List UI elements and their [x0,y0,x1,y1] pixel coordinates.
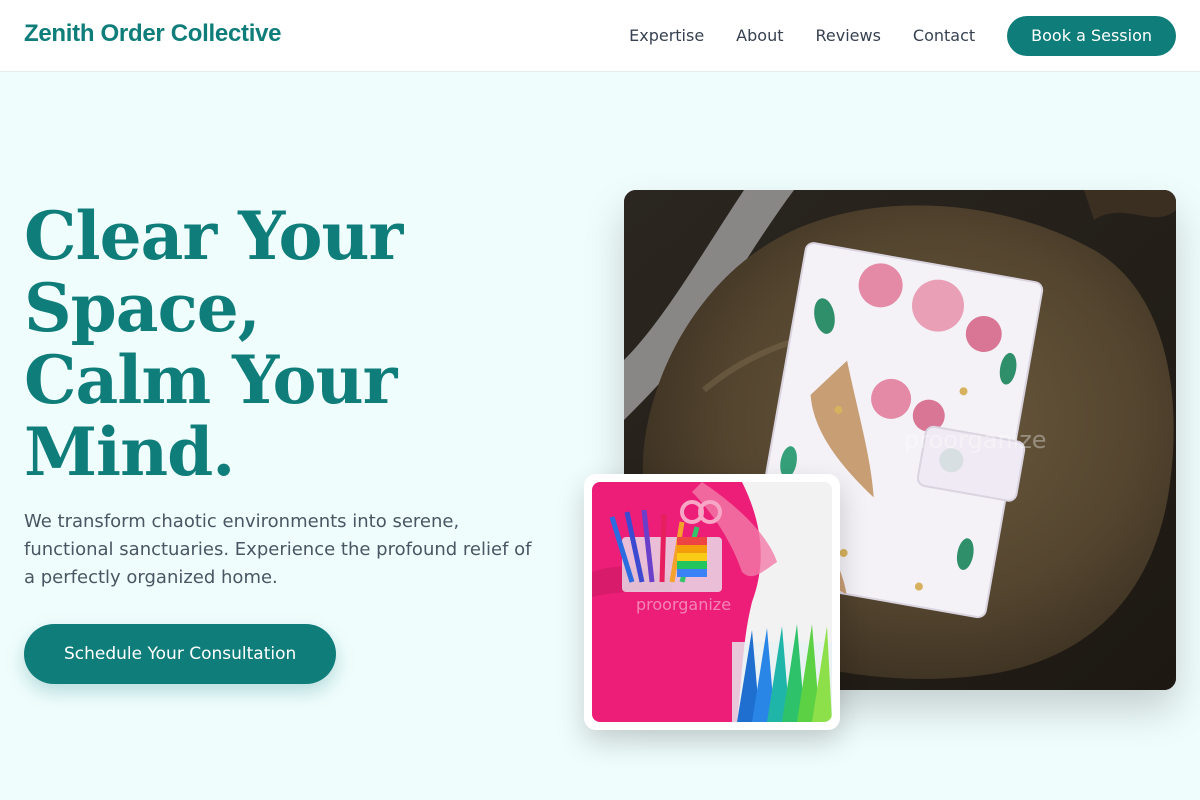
hero-title-line: Clear Your [24,197,403,275]
hero-title-line: Mind. [24,413,235,491]
brand-logo[interactable]: Zenith Order Collective [24,20,281,48]
nav-link-about[interactable]: About [736,16,783,56]
hero-subtitle: We transform chaotic environments into s… [24,511,532,588]
nav-link-expertise[interactable]: Expertise [629,16,704,56]
hero-title: Clear Your Space, Calm Your Mind. [24,200,544,488]
hero-title-line: Calm Your [24,341,397,419]
nav-link-contact[interactable]: Contact [913,16,975,56]
site-header: Zenith Order Collective Expertise About … [0,0,1200,72]
hero-title-line: Space, [24,269,261,347]
schedule-consultation-button[interactable]: Schedule Your Consultation [24,624,337,684]
main-image-watermark: proorganize [904,426,1047,454]
inset-image-watermark: proorganize [636,595,731,614]
organizer-pens-illustration: proorganize [592,482,832,722]
hero-inset-image: proorganize [592,482,832,722]
book-session-button[interactable]: Book a Session [1007,16,1176,56]
hero-inset-card: proorganize [584,474,840,730]
nav-link-reviews[interactable]: Reviews [815,16,880,56]
main-nav: Expertise About Reviews Contact Book a S… [629,16,1176,56]
